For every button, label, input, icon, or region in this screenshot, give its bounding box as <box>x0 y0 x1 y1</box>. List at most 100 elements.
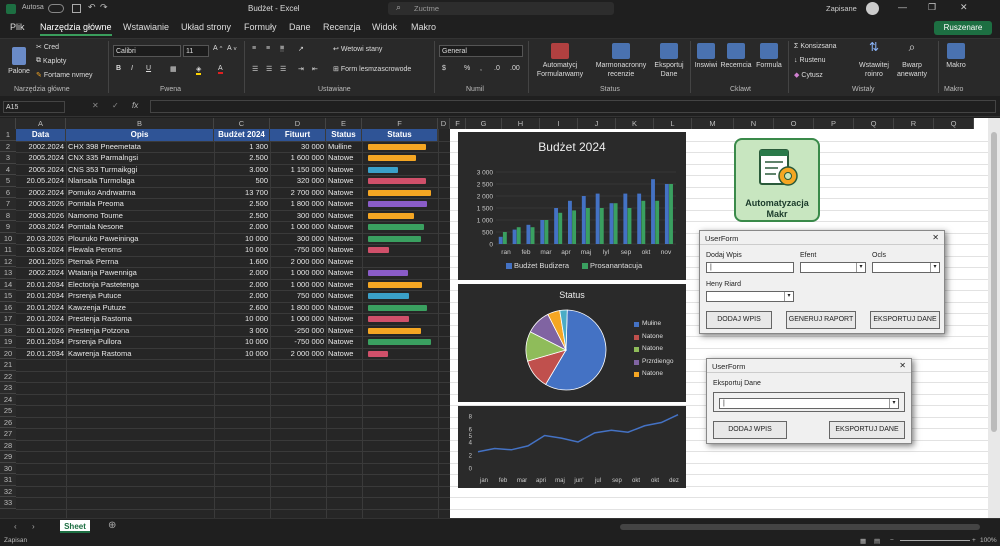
row-header[interactable]: 9 <box>0 221 16 233</box>
add-sheet-icon[interactable]: ⊕ <box>108 520 116 531</box>
row-header[interactable]: 31 <box>0 474 16 486</box>
align-center-icon[interactable]: ☰ <box>266 65 272 73</box>
table-cell[interactable]: 2.000 <box>216 290 268 302</box>
name-box[interactable]: A15 <box>3 101 65 113</box>
bar[interactable] <box>516 227 521 244</box>
table-cell[interactable]: 2002.2024 <box>18 267 64 279</box>
table-cell[interactable]: 2003.2026 <box>18 210 64 222</box>
table-cell[interactable]: 20.01.2024 <box>18 313 64 325</box>
table-cell[interactable]: -750 000 <box>272 244 324 256</box>
row-header[interactable]: 24 <box>0 393 16 405</box>
cut-button[interactable]: ✂ Cred <box>36 43 59 52</box>
search-box[interactable]: ⌕ Zuctme <box>388 2 614 15</box>
decrease-decimal-icon[interactable]: .00 <box>510 65 520 72</box>
table-cell[interactable]: Natowe <box>328 325 360 337</box>
table-cell[interactable]: 1 000 000 <box>272 267 324 279</box>
autosum-button[interactable]: Σ Konsizsana <box>794 43 837 50</box>
zoom-level[interactable]: 100% <box>980 537 997 544</box>
table-cell[interactable]: 10 000 <box>216 244 268 256</box>
row-header[interactable]: 30 <box>0 462 16 474</box>
bar[interactable] <box>544 220 549 244</box>
bar[interactable] <box>595 193 600 244</box>
table-cell[interactable]: CHX 398 Pneemetata <box>68 141 212 153</box>
table-cell[interactable]: 2.500 <box>216 198 268 210</box>
table-cell[interactable]: 1 800 000 <box>272 302 324 314</box>
table-cell[interactable]: 2 000 000 <box>272 256 324 268</box>
number-format-select[interactable]: General <box>439 45 523 57</box>
row-header[interactable]: 33 <box>0 497 16 509</box>
table-cell[interactable]: -750 000 <box>272 336 324 348</box>
font-name-select[interactable]: Calibri <box>113 45 181 57</box>
bar[interactable] <box>651 179 655 244</box>
table-cell[interactable]: 2002.2024 <box>18 141 64 153</box>
table-cell[interactable]: 20.05.2024 <box>18 175 64 187</box>
row-header[interactable]: 27 <box>0 428 16 440</box>
table-cell[interactable]: Natowe <box>328 221 360 233</box>
line-chart-panel[interactable]: 0 2 4 5 6 8 jan feb mar apri maj jun' jul sep okt okt de… <box>458 406 686 488</box>
table-cell[interactable]: Natowe <box>328 244 360 256</box>
table-header-cell[interactable]: Status <box>326 129 362 141</box>
column-header[interactable]: A <box>16 118 66 129</box>
table-cell[interactable]: CNS 353 Turmaikggi <box>68 164 212 176</box>
font-size-select[interactable]: 11 <box>183 45 209 57</box>
cancel-icon[interactable]: ✕ <box>92 101 99 110</box>
format-painter-button[interactable]: ✎ Fortame nvmey <box>36 71 93 80</box>
row-header[interactable]: 22 <box>0 370 16 382</box>
row-header[interactable]: 28 <box>0 439 16 451</box>
export-data-dialog-button[interactable]: EKSPORTUJ DANE <box>870 311 940 329</box>
efent-select[interactable]: ▾ <box>800 262 866 273</box>
indent-icon[interactable]: ⇥ <box>298 65 304 73</box>
table-cell[interactable]: Natowe <box>328 198 360 210</box>
row-header[interactable]: 10 <box>0 232 16 244</box>
table-cell[interactable]: Natowe <box>328 210 360 222</box>
row-header[interactable]: 13 <box>0 267 16 279</box>
line-series[interactable] <box>477 414 679 453</box>
table-cell[interactable]: 20.01.2034 <box>18 336 64 348</box>
page-layout-icon[interactable]: ▤ <box>874 537 880 545</box>
table-cell[interactable]: 1 000 000 <box>272 279 324 291</box>
chevron-down-icon[interactable]: ▾ <box>889 399 898 408</box>
column-header[interactable]: P <box>814 118 854 129</box>
grow-font-icon[interactable]: A ^ <box>213 45 222 52</box>
tab-file[interactable]: Plik <box>10 22 25 32</box>
row-header[interactable]: 29 <box>0 451 16 463</box>
table-cell[interactable]: 300 000 <box>272 233 324 245</box>
bar[interactable] <box>641 200 646 244</box>
row-header[interactable]: 4 <box>0 163 16 175</box>
table-cell[interactable]: Prestenja Rastoma <box>68 313 212 325</box>
bar[interactable] <box>581 196 586 244</box>
table-cell[interactable]: 2 000 000 <box>272 348 324 360</box>
row-header[interactable]: 14 <box>0 278 16 290</box>
column-header[interactable]: B <box>66 118 214 129</box>
row-header[interactable]: 32 <box>0 485 16 497</box>
add-entry-button[interactable]: DODAJ WPIS <box>706 311 772 329</box>
table-cell[interactable]: Prsrenja Pullora <box>68 336 212 348</box>
bar[interactable] <box>572 210 577 244</box>
row-header[interactable]: 17 <box>0 313 16 325</box>
table-cell[interactable]: 2005.2024 <box>18 164 64 176</box>
column-header[interactable]: Q <box>854 118 894 129</box>
save-icon[interactable] <box>72 4 81 13</box>
row-header[interactable]: 12 <box>0 255 16 267</box>
table-cell[interactable]: 3.000 <box>216 164 268 176</box>
table-cell[interactable]: Wtatanja Pawenniga <box>68 267 212 279</box>
font-color-icon[interactable]: A <box>218 65 223 74</box>
table-cell[interactable]: Natowe <box>328 302 360 314</box>
row-header[interactable]: 11 <box>0 244 16 256</box>
avatar[interactable] <box>866 2 879 15</box>
zoom-slider[interactable] <box>900 540 970 541</box>
column-header[interactable]: O <box>774 118 814 129</box>
bar[interactable] <box>623 193 628 244</box>
tab-formulas[interactable]: Formuły <box>244 22 277 32</box>
table-cell[interactable]: 2003.2024 <box>18 221 64 233</box>
column-header[interactable]: R <box>894 118 934 129</box>
shrink-font-icon[interactable]: Av <box>227 45 237 52</box>
table-header-cell[interactable]: Data <box>16 129 66 141</box>
userform-dialog-export[interactable]: UserForm ✕ Eksportuj Dane | ▾ DODAJ WPIS E… <box>706 358 912 444</box>
row-header[interactable]: 6 <box>0 186 16 198</box>
undo-icon[interactable]: ↶ <box>88 2 96 13</box>
tab-view[interactable]: Widok <box>372 22 397 32</box>
table-cell[interactable]: 300 000 <box>272 210 324 222</box>
align-left-icon[interactable]: ☰ <box>252 65 258 73</box>
pie-chart-panel[interactable]: Status Mułine Natone Natone Przrdiengo Naton… <box>458 284 686 402</box>
